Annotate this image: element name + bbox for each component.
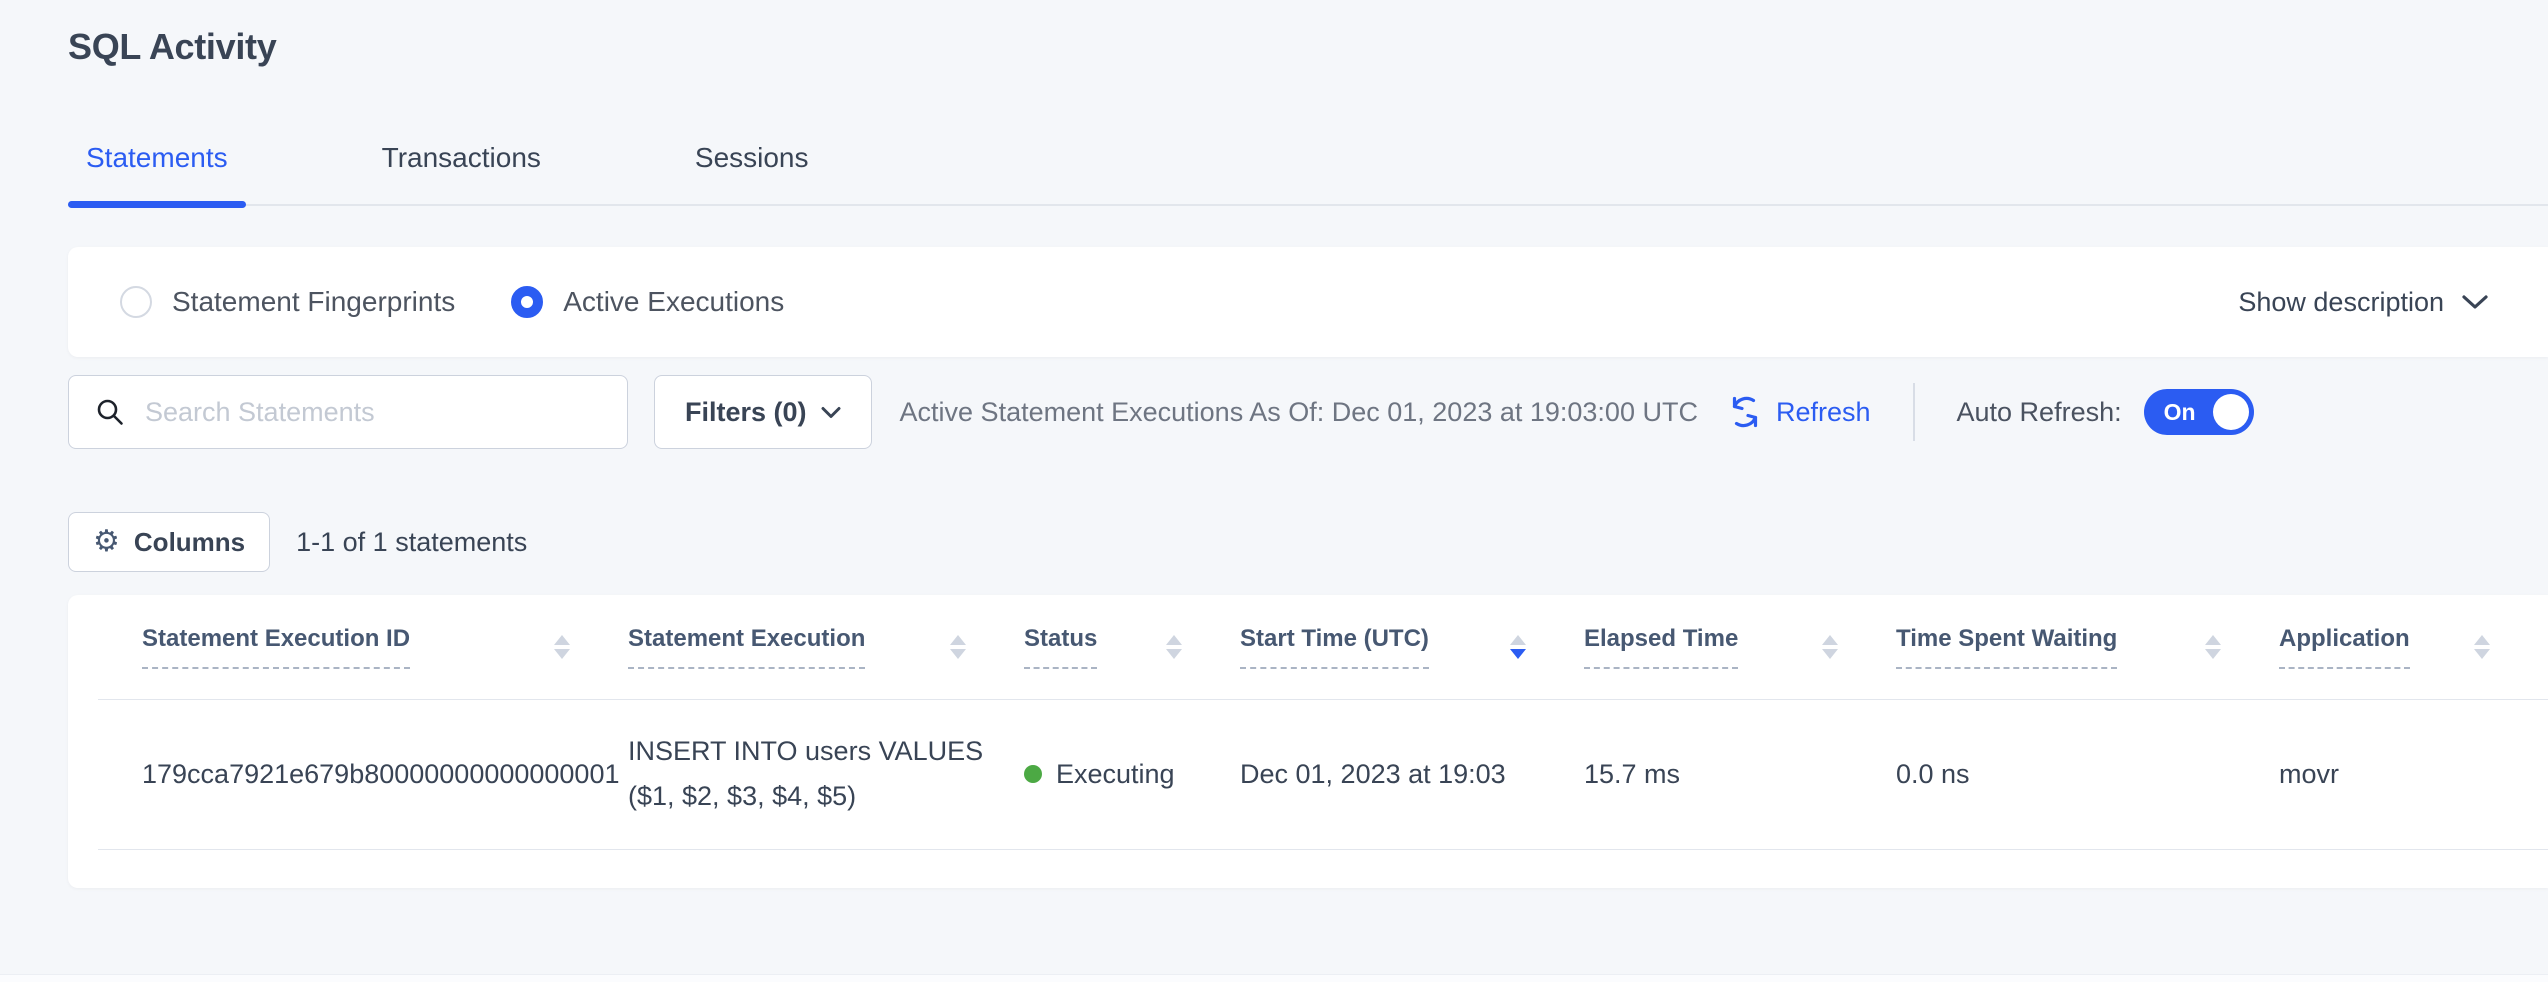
chevron-down-icon [2462,294,2488,310]
column-header-statement-execution[interactable]: Statement Execution [628,595,1024,699]
cell-status: Executing [1024,699,1240,849]
sort-icon[interactable] [950,635,966,659]
auto-refresh-state: On [2164,399,2196,426]
sort-icon[interactable] [554,635,570,659]
tab-transactions[interactable]: Transactions [364,142,559,204]
column-header-application[interactable]: Application [2279,595,2548,699]
view-mode-card: Statement Fingerprints Active Executions… [68,247,2548,357]
search-input[interactable] [145,397,601,428]
search-icon [95,397,125,427]
filters-button[interactable]: Filters (0) [654,375,872,449]
radio-active-executions-label: Active Executions [563,286,784,318]
tab-sessions[interactable]: Sessions [677,142,827,204]
sql-activity-tabs: Statements Transactions Sessions [68,142,2548,206]
refresh-label: Refresh [1776,397,1871,428]
table-controls-row: ⚙︎ Columns 1-1 of 1 statements [68,512,527,572]
show-description-label: Show description [2238,287,2444,318]
radio-statement-fingerprints[interactable]: Statement Fingerprints [120,286,455,318]
sort-icon-descending[interactable] [1510,635,1526,659]
cell-time-spent-waiting: 0.0 ns [1896,699,2279,849]
as-of-timestamp: Active Statement Executions As Of: Dec 0… [900,397,1698,428]
filters-label: Filters (0) [685,397,807,428]
radio-statement-fingerprints-label: Statement Fingerprints [172,286,455,318]
column-header-status[interactable]: Status [1024,595,1240,699]
page-title: SQL Activity [68,26,276,68]
results-count: 1-1 of 1 statements [296,527,527,558]
toolbar-divider [1913,383,1915,441]
sort-icon[interactable] [1166,635,1182,659]
statement-line-2: ($1, $2, $3, $4, $5) [628,774,1024,819]
columns-button[interactable]: ⚙︎ Columns [68,512,270,572]
auto-refresh-toggle[interactable]: On [2144,389,2254,435]
statements-toolbar: Filters (0) Active Statement Executions … [68,375,2548,449]
refresh-icon [1726,393,1764,431]
chevron-down-icon [821,406,841,419]
column-header-time-spent-waiting[interactable]: Time Spent Waiting [1896,595,2279,699]
view-mode-radio-group: Statement Fingerprints Active Executions [120,286,784,318]
refresh-button[interactable]: Refresh [1726,393,1871,431]
cell-application: movr [2279,699,2548,849]
status-label: Executing [1056,759,1175,790]
auto-refresh-label: Auto Refresh: [1957,397,2122,428]
statements-table-card: Statement Execution ID Statement Executi… [68,595,2548,888]
toggle-knob[interactable] [2213,394,2249,430]
tab-statements[interactable]: Statements [68,142,246,204]
radio-unselected-icon[interactable] [120,286,152,318]
column-header-elapsed-time[interactable]: Elapsed Time [1584,595,1896,699]
radio-selected-icon[interactable] [511,286,543,318]
cell-start-time: Dec 01, 2023 at 19:03 [1240,699,1584,849]
cell-statement: INSERT INTO users VALUES ($1, $2, $3, $4… [628,699,1024,849]
table-header-row: Statement Execution ID Statement Executi… [98,595,2548,699]
statement-line-1: INSERT INTO users VALUES [628,729,1024,774]
status-executing-dot-icon [1024,765,1042,783]
column-header-statement-execution-id[interactable]: Statement Execution ID [98,595,628,699]
column-header-start-time[interactable]: Start Time (UTC) [1240,595,1584,699]
cell-elapsed-time: 15.7 ms [1584,699,1896,849]
gear-icon: ⚙︎ [93,527,120,557]
sort-icon[interactable] [1822,635,1838,659]
table-row[interactable]: 179cca7921e679b80000000000000001 INSERT … [98,699,2548,849]
sort-icon[interactable] [2474,635,2490,659]
radio-active-executions[interactable]: Active Executions [511,286,784,318]
sort-icon[interactable] [2205,635,2221,659]
active-executions-table: Statement Execution ID Statement Executi… [98,595,2548,850]
search-box[interactable] [68,375,628,449]
columns-button-label: Columns [134,527,245,558]
page-bottom-divider [0,974,2548,982]
cell-execution-id: 179cca7921e679b80000000000000001 [98,699,628,849]
show-description-button[interactable]: Show description [2238,287,2488,318]
